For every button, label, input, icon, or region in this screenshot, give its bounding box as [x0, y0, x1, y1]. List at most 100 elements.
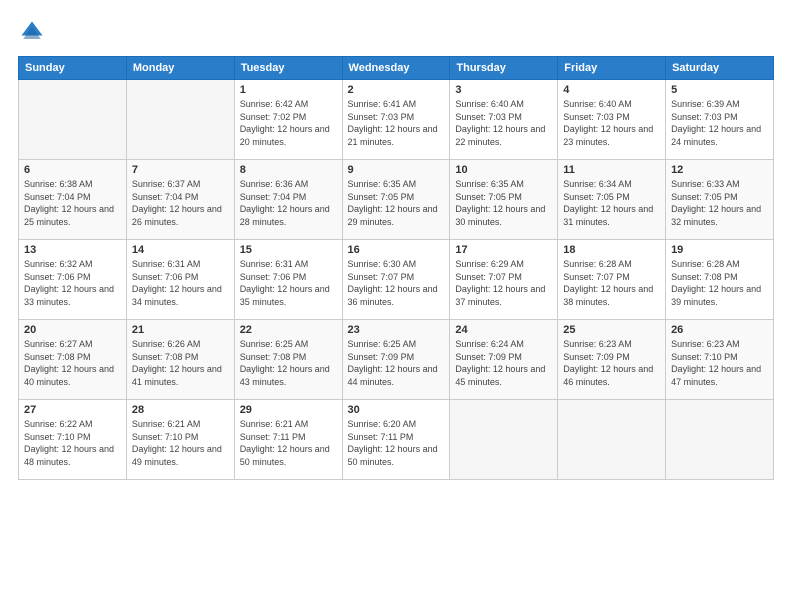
day-cell [19, 80, 127, 160]
day-info: Sunrise: 6:35 AMSunset: 7:05 PMDaylight:… [348, 178, 445, 228]
day-info: Sunrise: 6:26 AMSunset: 7:08 PMDaylight:… [132, 338, 229, 388]
day-info: Sunrise: 6:20 AMSunset: 7:11 PMDaylight:… [348, 418, 445, 468]
day-info: Sunrise: 6:41 AMSunset: 7:03 PMDaylight:… [348, 98, 445, 148]
day-cell: 12 Sunrise: 6:33 AMSunset: 7:05 PMDayligh… [666, 160, 774, 240]
day-number: 14 [132, 244, 229, 256]
day-cell: 3Sunrise: 6:40 AMSunset: 7:03 PMDaylight… [450, 80, 558, 160]
day-number: 18 [563, 244, 660, 256]
day-cell: 4 Sunrise: 6:40 AMSunset: 7:03 PMDaylight… [558, 80, 666, 160]
day-info: Sunrise: 6:27 AMSunset: 7:08 PMDaylight:… [24, 338, 121, 388]
day-cell: 8Sunrise: 6:36 AMSunset: 7:04 PMDaylight… [234, 160, 342, 240]
day-number: 13 [24, 244, 121, 256]
day-cell: 7Sunrise: 6:37 AMSunset: 7:04 PMDaylight… [126, 160, 234, 240]
day-number: 11 [563, 164, 660, 176]
day-info: Sunrise: 6:31 AMSunset: 7:06 PMDaylight:… [132, 258, 229, 308]
day-number: 29 [240, 404, 337, 416]
day-info: Sunrise: 6:36 AMSunset: 7:04 PMDaylight:… [240, 178, 337, 228]
day-info: Sunrise: 6:33 AMSunset: 7:05 PMDaylight:… [671, 178, 768, 228]
day-number: 21 [132, 324, 229, 336]
day-cell: 1 Sunrise: 6:42 AMSunset: 7:02 PMDaylight… [234, 80, 342, 160]
day-cell: 14 Sunrise: 6:31 AMSunset: 7:06 PMDayligh… [126, 240, 234, 320]
calendar-header: SundayMondayTuesdayWednesdayThursdayFrid… [19, 57, 774, 80]
day-info: Sunrise: 6:38 AMSunset: 7:04 PMDaylight:… [24, 178, 121, 228]
weekday-header-saturday: Saturday [666, 57, 774, 80]
day-info: Sunrise: 6:39 AMSunset: 7:03 PMDaylight:… [671, 98, 768, 148]
day-cell: 22 Sunrise: 6:25 AMSunset: 7:08 PMDayligh… [234, 320, 342, 400]
day-cell: 29 Sunrise: 6:21 AMSunset: 7:11 PMDayligh… [234, 400, 342, 480]
day-info: Sunrise: 6:21 AMSunset: 7:10 PMDaylight:… [132, 418, 229, 468]
day-info: Sunrise: 6:23 AMSunset: 7:09 PMDaylight:… [563, 338, 660, 388]
day-cell: 5 Sunrise: 6:39 AMSunset: 7:03 PMDaylight… [666, 80, 774, 160]
week-row-2: 13 Sunrise: 6:32 AMSunset: 7:06 PMDayligh… [19, 240, 774, 320]
day-info: Sunrise: 6:25 AMSunset: 7:08 PMDaylight:… [240, 338, 337, 388]
day-info: Sunrise: 6:28 AMSunset: 7:07 PMDaylight:… [563, 258, 660, 308]
day-cell: 10Sunrise: 6:35 AMSunset: 7:05 PMDayligh… [450, 160, 558, 240]
day-number: 23 [348, 324, 445, 336]
day-info: Sunrise: 6:24 AMSunset: 7:09 PMDaylight:… [455, 338, 552, 388]
week-row-1: 6 Sunrise: 6:38 AMSunset: 7:04 PMDaylight… [19, 160, 774, 240]
weekday-header-friday: Friday [558, 57, 666, 80]
day-cell: 2 Sunrise: 6:41 AMSunset: 7:03 PMDaylight… [342, 80, 450, 160]
day-number: 28 [132, 404, 229, 416]
header [18, 18, 774, 46]
day-cell: 27 Sunrise: 6:22 AMSunset: 7:10 PMDayligh… [19, 400, 127, 480]
day-info: Sunrise: 6:32 AMSunset: 7:06 PMDaylight:… [24, 258, 121, 308]
day-info: Sunrise: 6:22 AMSunset: 7:10 PMDaylight:… [24, 418, 121, 468]
day-cell: 23 Sunrise: 6:25 AMSunset: 7:09 PMDayligh… [342, 320, 450, 400]
day-number: 12 [671, 164, 768, 176]
week-row-0: 1 Sunrise: 6:42 AMSunset: 7:02 PMDaylight… [19, 80, 774, 160]
day-number: 26 [671, 324, 768, 336]
day-info: Sunrise: 6:42 AMSunset: 7:02 PMDaylight:… [240, 98, 337, 148]
week-row-3: 20 Sunrise: 6:27 AMSunset: 7:08 PMDayligh… [19, 320, 774, 400]
day-number: 16 [348, 244, 445, 256]
day-number: 4 [563, 84, 660, 96]
day-cell: 18 Sunrise: 6:28 AMSunset: 7:07 PMDayligh… [558, 240, 666, 320]
day-number: 22 [240, 324, 337, 336]
day-info: Sunrise: 6:29 AMSunset: 7:07 PMDaylight:… [455, 258, 552, 308]
logo-icon [18, 18, 46, 46]
day-number: 27 [24, 404, 121, 416]
day-cell: 19 Sunrise: 6:28 AMSunset: 7:08 PMDayligh… [666, 240, 774, 320]
day-info: Sunrise: 6:21 AMSunset: 7:11 PMDaylight:… [240, 418, 337, 468]
day-info: Sunrise: 6:31 AMSunset: 7:06 PMDaylight:… [240, 258, 337, 308]
day-cell: 24 Sunrise: 6:24 AMSunset: 7:09 PMDayligh… [450, 320, 558, 400]
day-cell [666, 400, 774, 480]
week-row-4: 27 Sunrise: 6:22 AMSunset: 7:10 PMDayligh… [19, 400, 774, 480]
weekday-header-monday: Monday [126, 57, 234, 80]
day-number: 2 [348, 84, 445, 96]
day-cell: 16 Sunrise: 6:30 AMSunset: 7:07 PMDayligh… [342, 240, 450, 320]
logo [18, 18, 50, 46]
calendar: SundayMondayTuesdayWednesdayThursdayFrid… [18, 56, 774, 480]
day-cell: 11 Sunrise: 6:34 AMSunset: 7:05 PMDayligh… [558, 160, 666, 240]
day-cell: 25Sunrise: 6:23 AMSunset: 7:09 PMDayligh… [558, 320, 666, 400]
day-info: Sunrise: 6:25 AMSunset: 7:09 PMDaylight:… [348, 338, 445, 388]
day-cell: 9 Sunrise: 6:35 AMSunset: 7:05 PMDaylight… [342, 160, 450, 240]
day-cell: 30 Sunrise: 6:20 AMSunset: 7:11 PMDayligh… [342, 400, 450, 480]
day-number: 30 [348, 404, 445, 416]
day-cell [126, 80, 234, 160]
day-info: Sunrise: 6:40 AMSunset: 7:03 PMDaylight:… [563, 98, 660, 148]
day-cell: 6 Sunrise: 6:38 AMSunset: 7:04 PMDaylight… [19, 160, 127, 240]
day-cell: 13 Sunrise: 6:32 AMSunset: 7:06 PMDayligh… [19, 240, 127, 320]
day-number: 9 [348, 164, 445, 176]
day-number: 5 [671, 84, 768, 96]
day-number: 10 [455, 164, 552, 176]
day-info: Sunrise: 6:40 AMSunset: 7:03 PMDaylight:… [455, 98, 552, 148]
day-cell [558, 400, 666, 480]
weekday-header-thursday: Thursday [450, 57, 558, 80]
day-number: 1 [240, 84, 337, 96]
day-info: Sunrise: 6:28 AMSunset: 7:08 PMDaylight:… [671, 258, 768, 308]
day-info: Sunrise: 6:34 AMSunset: 7:05 PMDaylight:… [563, 178, 660, 228]
day-cell: 21 Sunrise: 6:26 AMSunset: 7:08 PMDayligh… [126, 320, 234, 400]
day-number: 19 [671, 244, 768, 256]
day-cell [450, 400, 558, 480]
day-number: 20 [24, 324, 121, 336]
day-number: 24 [455, 324, 552, 336]
weekday-header-sunday: Sunday [19, 57, 127, 80]
day-cell: 17 Sunrise: 6:29 AMSunset: 7:07 PMDayligh… [450, 240, 558, 320]
day-cell: 26Sunrise: 6:23 AMSunset: 7:10 PMDayligh… [666, 320, 774, 400]
day-number: 6 [24, 164, 121, 176]
day-info: Sunrise: 6:30 AMSunset: 7:07 PMDaylight:… [348, 258, 445, 308]
day-cell: 28 Sunrise: 6:21 AMSunset: 7:10 PMDayligh… [126, 400, 234, 480]
day-number: 17 [455, 244, 552, 256]
